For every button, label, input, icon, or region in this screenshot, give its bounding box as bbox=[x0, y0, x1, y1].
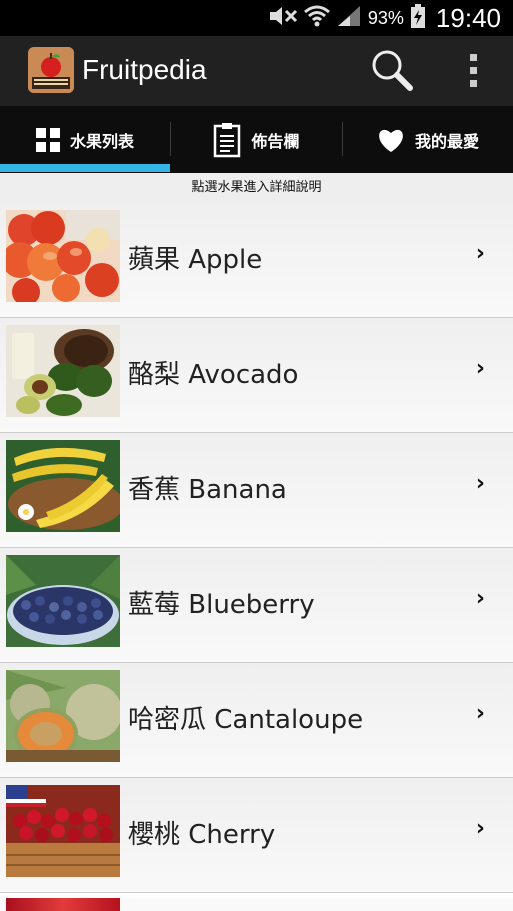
chevron-right-icon: › bbox=[475, 241, 485, 266]
clipboard-icon bbox=[214, 122, 241, 157]
clock: 19:40 bbox=[435, 2, 501, 33]
signal-icon bbox=[336, 5, 362, 31]
mute-icon bbox=[268, 5, 298, 31]
chevron-right-icon: › bbox=[475, 356, 485, 381]
hint-bar: 點選水果進入詳細說明 bbox=[0, 173, 513, 203]
fruit-list: 蘋果 Apple › 酪梨 Avocado › 香蕉 Banana › 藍莓 B… bbox=[0, 203, 513, 893]
app-logo-icon bbox=[28, 47, 74, 93]
list-item-cantaloupe[interactable]: 哈密瓜 Cantaloupe › bbox=[0, 663, 513, 778]
blueberry-image bbox=[6, 555, 120, 647]
fruit-name: 櫻桃 Cherry bbox=[128, 820, 276, 850]
tab-fruit-list[interactable]: 水果列表 bbox=[0, 106, 170, 173]
chevron-right-icon: › bbox=[475, 701, 485, 726]
list-item-partial[interactable] bbox=[0, 898, 513, 911]
chevron-right-icon: › bbox=[475, 471, 485, 496]
status-bar: 93% 19:40 bbox=[0, 0, 513, 36]
action-bar: Fruitpedia bbox=[0, 36, 513, 106]
list-item-avocado[interactable]: 酪梨 Avocado › bbox=[0, 318, 513, 433]
chevron-right-icon: › bbox=[475, 586, 485, 611]
heart-icon bbox=[379, 129, 403, 152]
fruit-name: 酪梨 Avocado bbox=[128, 360, 299, 390]
more-vertical-icon bbox=[470, 54, 477, 87]
banana-image bbox=[6, 440, 120, 532]
search-icon bbox=[372, 50, 413, 91]
chevron-right-icon: › bbox=[475, 816, 485, 841]
app-title: Fruitpedia bbox=[82, 54, 207, 85]
avocado-image bbox=[6, 325, 120, 417]
battery-percent: 93% bbox=[367, 7, 404, 28]
tab-favorites[interactable]: 我的最愛 bbox=[343, 106, 513, 173]
fruit-name: 哈密瓜 Cantaloupe bbox=[128, 705, 364, 735]
fruit-name: 藍莓 Blueberry bbox=[128, 590, 315, 620]
fruit-name: 蘋果 Apple bbox=[128, 245, 263, 275]
tab-bar: 水果列表 佈告欄 我的最愛 bbox=[0, 106, 513, 173]
cherry-image bbox=[6, 785, 120, 877]
wifi-icon bbox=[303, 5, 330, 31]
list-item-cherry[interactable]: 櫻桃 Cherry › bbox=[0, 778, 513, 893]
fruit-name: 香蕉 Banana bbox=[128, 475, 287, 505]
tab-label: 佈告欄 bbox=[251, 131, 300, 151]
list-item-banana[interactable]: 香蕉 Banana › bbox=[0, 433, 513, 548]
list-item-apple[interactable]: 蘋果 Apple › bbox=[0, 203, 513, 318]
grid-icon bbox=[35, 127, 60, 152]
cantaloupe-image bbox=[6, 670, 120, 762]
selected-tab-indicator bbox=[0, 164, 170, 172]
tab-bulletin-board[interactable]: 佈告欄 bbox=[171, 106, 342, 173]
tab-label: 水果列表 bbox=[69, 131, 134, 151]
tab-label: 我的最愛 bbox=[414, 131, 479, 151]
partial-thumbnail bbox=[6, 898, 120, 911]
search-button[interactable] bbox=[370, 48, 414, 92]
apple-image bbox=[6, 210, 120, 302]
hint-text: 點選水果進入詳細說明 bbox=[191, 180, 322, 195]
battery-charging-icon bbox=[410, 4, 426, 32]
list-item-blueberry[interactable]: 藍莓 Blueberry › bbox=[0, 548, 513, 663]
overflow-menu-button[interactable] bbox=[456, 48, 492, 92]
